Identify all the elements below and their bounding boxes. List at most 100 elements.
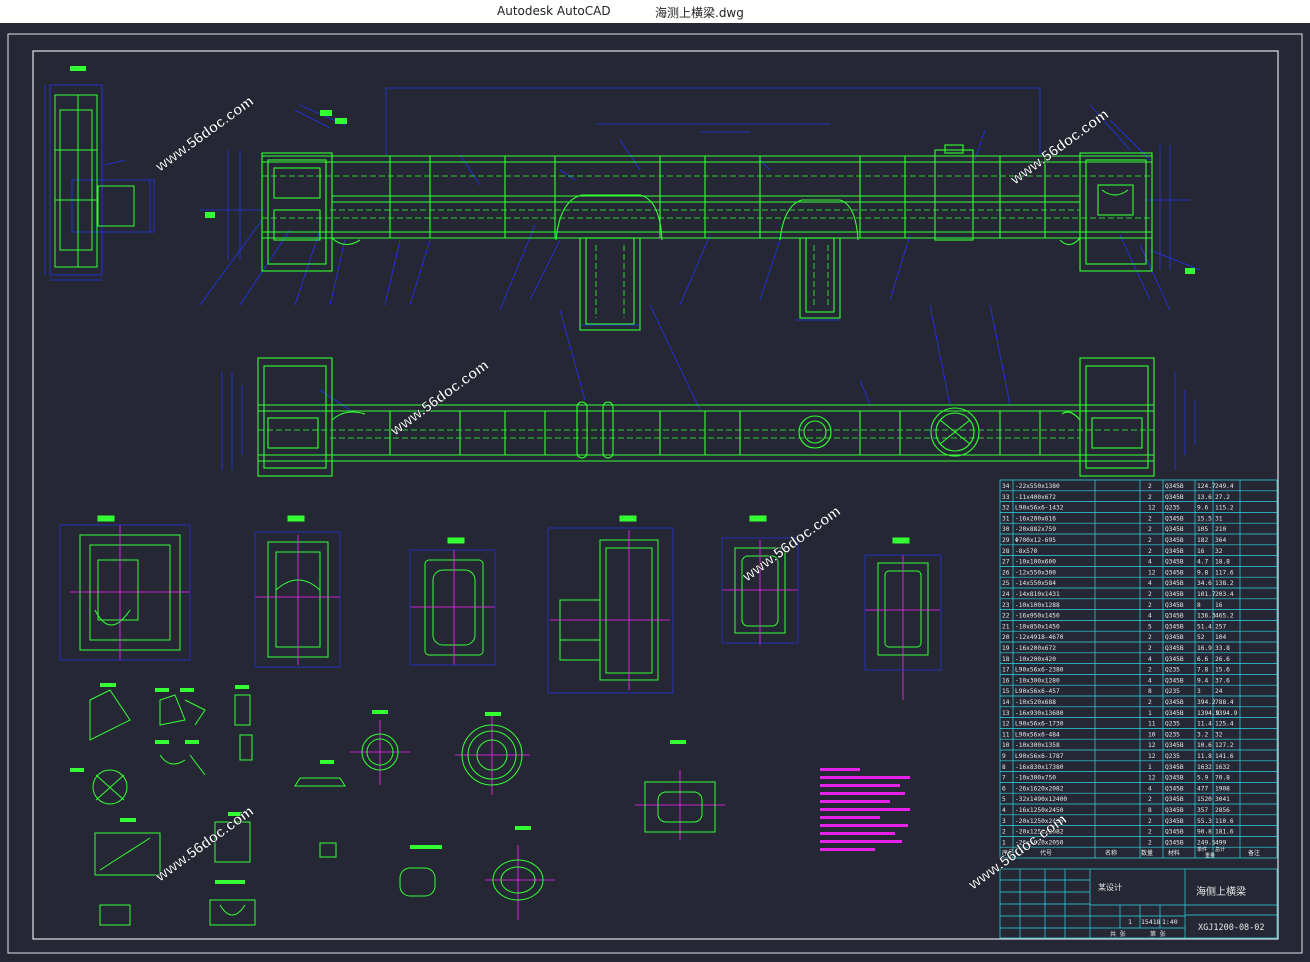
parts-table-cell: 141.6 (1215, 753, 1234, 760)
parts-table-cell: 33.8 (1215, 645, 1230, 652)
parts-table-cell: Q345B (1165, 591, 1184, 598)
header-weight: 重量 (1205, 852, 1215, 859)
parts-table-cell: 30 (1002, 526, 1010, 533)
parts-table-cell: 70.8 (1215, 775, 1230, 782)
parts-table-cell: -10x200x420 (1015, 656, 1056, 663)
parts-table-cell: 499 (1215, 839, 1226, 846)
parts-table-cell: 1632 (1197, 764, 1212, 771)
header-name: 名称 (1105, 849, 1117, 857)
parts-table-cell: 23 (1002, 602, 1010, 609)
parts-table-cell: 12 (1148, 505, 1156, 512)
parts-table-cell: 9.4 (1197, 677, 1208, 684)
parts-table-cell: 2 (1002, 829, 1006, 836)
parts-table-cell: 2856 (1215, 807, 1230, 814)
parts-table-cell: Q345B (1165, 710, 1184, 717)
header-code: 代号 (1040, 849, 1052, 857)
parts-table-cell: 9 (1002, 753, 1006, 760)
parts-table-cell: Q235 (1165, 505, 1180, 512)
parts-table: 34 -22x550x1380 2 Q345B 124.7 249.433 -11x400x… (999, 479, 1278, 859)
watermark-3: www.56doc.com (387, 357, 492, 440)
parts-table-cell: 12 (1002, 721, 1010, 728)
parts-table-cell: Q235 (1165, 688, 1180, 695)
header-qty: 数量 (1141, 849, 1153, 857)
parts-table-cell: 1908 (1215, 785, 1230, 792)
parts-table-cell: 13.6 (1197, 494, 1212, 501)
drawing-number: XGJ1200-08-02 (1198, 923, 1265, 933)
parts-table-cell: 2 (1148, 796, 1152, 803)
parts-table-cell: 18.8 (1215, 559, 1230, 566)
technical-notes (820, 768, 910, 851)
parts-table-cell: 8 (1148, 807, 1152, 814)
beam-elevation-view[interactable] (199, 87, 1201, 331)
parts-table-cell: L90x56x6-2380 (1015, 667, 1064, 674)
parts-table-cell: 4 (1148, 559, 1152, 566)
parts-table-cell: 15.5 (1197, 515, 1212, 522)
parts-table-cell: 2 (1148, 515, 1152, 522)
parts-table-cell: 2 (1148, 602, 1152, 609)
parts-table-cell: 394.2 (1197, 699, 1216, 706)
parts-table-cell: 203.4 (1215, 591, 1234, 598)
parts-table-cell: 24 (1215, 688, 1223, 695)
parts-table-cell: -12x4918-4670 (1015, 634, 1064, 641)
parts-table-cell: 115.2 (1215, 505, 1234, 512)
parts-table-cell: Q235 (1165, 731, 1180, 738)
parts-table-cell: -16x200x672 (1015, 645, 1056, 652)
parts-table-cell: 15.6 (1215, 667, 1230, 674)
watermarks: www.56doc.com www.56doc.com www.56doc.co… (151, 92, 1112, 894)
beam-plan-view[interactable] (221, 304, 1196, 477)
watermark-1: www.56doc.com (152, 93, 257, 176)
parts-table-cell: Q235 (1165, 667, 1180, 674)
parts-table-cell: Q345B (1165, 515, 1184, 522)
sheet-qty: 1 (1128, 918, 1132, 926)
detail-views[interactable] (89, 689, 716, 926)
company-name: 某设计 (1098, 882, 1122, 892)
parts-table-cell: 2 (1148, 494, 1152, 501)
parts-table-cell: 2 (1148, 548, 1152, 555)
parts-table-cell: 29 (1002, 537, 1010, 544)
parts-table-cell: 1632 (1215, 764, 1230, 771)
parts-table-cell: 4 (1148, 785, 1152, 792)
parts-table-cell: 4.7 (1197, 559, 1208, 566)
parts-table-cell: Q345B (1165, 483, 1184, 490)
parts-table-cell: 101.7 (1197, 591, 1216, 598)
parts-table-cell: -11x400x672 (1015, 494, 1056, 501)
parts-table-cell: 26 (1002, 569, 1010, 576)
parts-table-cell: -8x570 (1015, 548, 1038, 555)
cad-drawing[interactable]: 34 -22x550x1380 2 Q345B 124.7 249.433 -11x400x… (0, 23, 1310, 958)
parts-table-cell: Q345B (1165, 569, 1184, 576)
parts-table-cell: 6.6 (1197, 656, 1208, 663)
parts-table-cell: 1520 (1197, 796, 1212, 803)
parts-table-cell: 7 (1002, 775, 1006, 782)
parts-table-cell: 2 (1148, 537, 1152, 544)
parts-table-cell: 5.9 (1197, 775, 1208, 782)
parts-table-cell: 17 (1002, 667, 1010, 674)
parts-table-cell: 465.2 (1215, 613, 1234, 620)
title-block: 某设计 海侧上横梁 XGJ1200-08-02 15418 1:40 1 共 张… (999, 868, 1278, 939)
parts-table-cell: -10x520x688 (1015, 699, 1056, 706)
parts-table-cell: 364 (1215, 537, 1226, 544)
parts-table-cell: -16x930x13680 (1015, 710, 1064, 717)
parts-table-cell: 2 (1148, 839, 1152, 846)
parts-table-cell: 55.3 (1197, 818, 1212, 825)
parts-table-cell: -14x810x1431 (1015, 591, 1060, 598)
parts-table-cell: Q345B (1165, 775, 1184, 782)
parts-table-cell: 257 (1215, 623, 1226, 630)
parts-table-cell: Q345B (1165, 699, 1184, 706)
parts-table-cell: Φ700x12-695 (1015, 537, 1056, 544)
parts-table-cell: Q345B (1165, 785, 1184, 792)
parts-table-cell: 10.6 (1197, 742, 1212, 749)
left-side-view[interactable] (44, 66, 155, 281)
parts-table-cell: 31 (1002, 515, 1010, 522)
parts-table-cell: 13 (1002, 710, 1010, 717)
parts-table-cell: 138.2 (1215, 580, 1234, 587)
drawing-canvas[interactable]: 34 -22x550x1380 2 Q345B 124.7 249.4 33 -11x400x… (0, 23, 1310, 958)
parts-table-cell: 477 (1197, 785, 1208, 792)
parts-table-cell: 22 (1002, 613, 1010, 620)
parts-table-cell: 4 (1148, 677, 1152, 684)
sheet-count-label: 共 张 (1110, 930, 1126, 938)
parts-table-cell: 5 (1002, 796, 1006, 803)
parts-table-cell: Q345B (1165, 656, 1184, 663)
outer-frame (7, 33, 1303, 954)
parts-table-cell: Q345B (1165, 559, 1184, 566)
parts-table-cell: -10x850x1450 (1015, 623, 1060, 630)
